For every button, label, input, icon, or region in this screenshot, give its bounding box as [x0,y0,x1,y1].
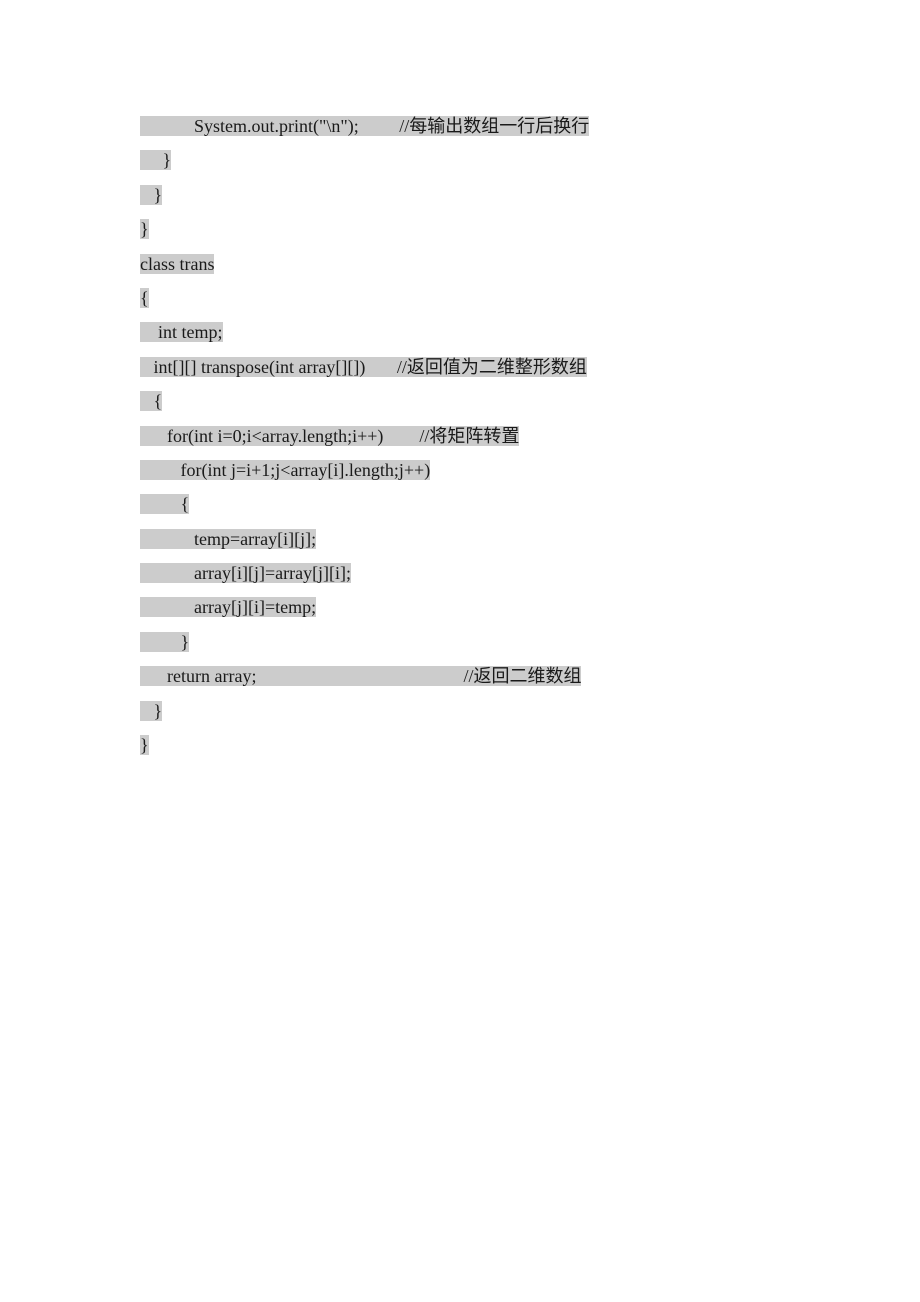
code-line-11: { [140,488,780,520]
code-line-17: } [140,695,780,727]
code-line-9: for(int i=0;i<array.length;i++) //将矩阵转置 [140,420,780,452]
code-text: } [140,219,149,239]
code-block: System.out.print("\n"); //每输出数组一行后换行 } }… [140,110,780,761]
code-text: array[j][i]=temp; [140,597,316,617]
code-line-6: int temp; [140,316,780,348]
code-line-3: } [140,213,780,245]
code-line-4: class trans [140,248,780,280]
code-line-2: } [140,179,780,211]
code-comment: //每输出数组一行后换行 [399,116,589,136]
code-line-8: { [140,385,780,417]
code-comment: //将矩阵转置 [419,426,519,446]
code-text: } [140,735,149,755]
code-line-13: array[i][j]=array[j][i]; [140,557,780,589]
code-comment: //返回值为二维整形数组 [397,357,587,377]
code-line-18: } [140,729,780,761]
code-text: int temp; [140,322,223,342]
code-line-10: for(int j=i+1;j<array[i].length;j++) [140,454,780,486]
code-text: { [140,391,162,411]
code-text: array[i][j]=array[j][i]; [140,563,351,583]
code-text: for(int i=0;i<array.length;i++) [140,426,419,446]
code-comment: //返回二维数组 [463,666,581,686]
code-text: int[][] transpose(int array[][]) [140,357,397,377]
code-text: { [140,288,149,308]
code-line-12: temp=array[i][j]; [140,523,780,555]
code-line-7: int[][] transpose(int array[][]) //返回值为二… [140,351,780,383]
code-text: { [140,494,189,514]
code-line-1: } [140,144,780,176]
code-line-16: return array; //返回二维数组 [140,660,780,692]
code-text: for(int j=i+1;j<array[i].length;j++) [140,460,430,480]
code-line-0: System.out.print("\n"); //每输出数组一行后换行 [140,110,780,142]
code-line-14: array[j][i]=temp; [140,591,780,623]
code-text: temp=array[i][j]; [140,529,316,549]
code-text: class trans [140,254,214,274]
code-text: } [140,150,171,170]
code-text: } [140,185,162,205]
code-line-15: } [140,626,780,658]
code-text: } [140,701,162,721]
code-line-5: { [140,282,780,314]
code-text: System.out.print("\n"); [140,116,399,136]
code-text: } [140,632,189,652]
code-text: return array; [140,666,463,686]
